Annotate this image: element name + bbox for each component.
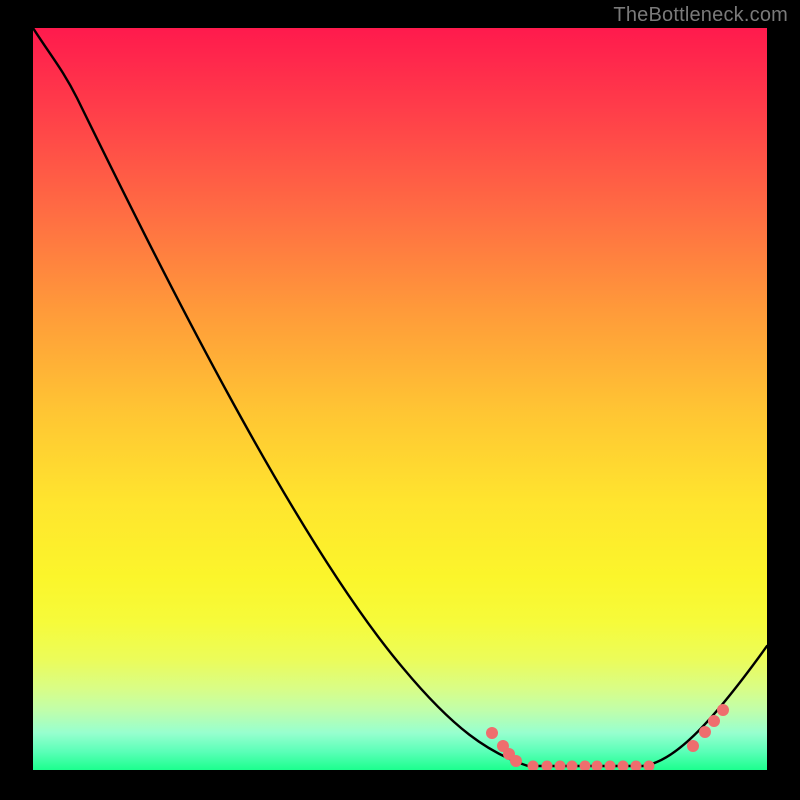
attribution-text: TheBottleneck.com bbox=[613, 4, 788, 27]
curve-layer bbox=[33, 28, 767, 770]
bottleneck-curve bbox=[33, 28, 767, 766]
chart-plot-area bbox=[33, 28, 767, 770]
